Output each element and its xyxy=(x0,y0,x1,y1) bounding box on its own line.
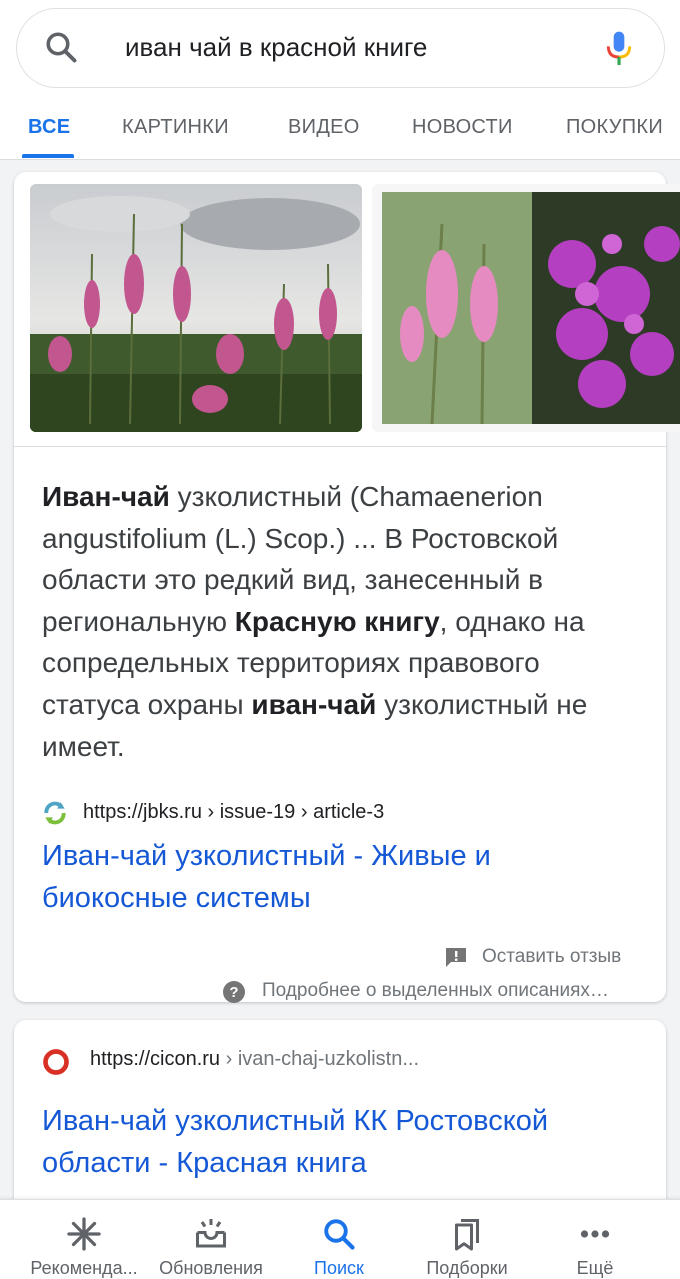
nav-more-label: Ещё xyxy=(576,1258,614,1278)
microphone-icon[interactable] xyxy=(603,29,635,69)
tab-video[interactable]: ВИДЕО xyxy=(288,116,360,139)
nav-search-label: Поиск xyxy=(314,1258,364,1278)
fireweed-field-photo xyxy=(30,184,362,432)
result-title-link[interactable]: Иван-чай узколистный - Живые и биокосные… xyxy=(42,836,642,919)
source-row[interactable]: https://jbks.ru › issue-19 › article-3 xyxy=(42,798,642,828)
search-result-card: https://cicon.ru › ivan-chaj-uzkolistn..… xyxy=(14,1020,666,1220)
featured-snippet-text: Иван-чай узколистный (Chamaenerion angus… xyxy=(42,476,642,767)
snippet-bold-ivan-chai: Иван-чай xyxy=(42,481,170,512)
fireweed-field-image[interactable] xyxy=(30,184,362,432)
about-snippets-label[interactable]: Подробнее о выделенных описаниях… xyxy=(262,980,609,1002)
card-divider xyxy=(14,446,666,447)
help-icon: ? xyxy=(223,981,245,1003)
snippet-bold-red-book: Красную книгу xyxy=(234,605,440,637)
feedback-label[interactable]: Оставить отзыв xyxy=(482,946,621,968)
nav-updates[interactable]: Обновления xyxy=(143,1200,279,1279)
search-box[interactable]: иван чай в красной книге xyxy=(16,8,665,88)
nav-search[interactable]: Поиск xyxy=(271,1200,407,1279)
nav-discover-label: Рекоменда... xyxy=(30,1258,138,1278)
updates-tray-icon xyxy=(196,1219,226,1248)
bottom-navigation: Рекоменда... Обновления Поиск Подборки Е… xyxy=(0,1199,680,1279)
search-icon[interactable] xyxy=(43,29,79,65)
fireweed-closeup-photo xyxy=(372,184,680,432)
tab-news[interactable]: НОВОСТИ xyxy=(412,116,513,139)
feedback-icon xyxy=(446,948,466,967)
result-title-link[interactable]: Иван-чай узколистный КК Ростовской облас… xyxy=(42,1100,642,1184)
result-url-domain: https://cicon.ru xyxy=(90,1048,221,1070)
search-query[interactable]: иван чай в красной книге xyxy=(125,32,427,63)
more-dots-icon xyxy=(580,1230,610,1238)
site-favicon-icon xyxy=(44,801,66,825)
fireweed-closeup-image[interactable] xyxy=(372,184,680,432)
tab-all[interactable]: ВСЕ xyxy=(28,116,70,139)
nav-collections-label: Подборки xyxy=(426,1258,508,1278)
feedback-link[interactable]: Оставить отзыв xyxy=(444,944,638,974)
result-url-path: › ivan-chaj-uzkolistn... xyxy=(220,1048,420,1070)
snippet-bold-ivan-chai: иван-чай xyxy=(251,688,377,720)
site-favicon-icon xyxy=(43,1049,69,1075)
source-url[interactable]: https://jbks.ru › issue-19 › article-3 xyxy=(83,801,384,824)
search-icon xyxy=(324,1219,355,1250)
search-tabs: ВСЕ КАРТИНКИ ВИДЕО НОВОСТИ ПОКУПКИ xyxy=(0,100,680,160)
nav-collections[interactable]: Подборки xyxy=(399,1200,535,1279)
active-tab-indicator xyxy=(22,154,74,158)
tab-images[interactable]: КАРТИНКИ xyxy=(122,116,229,139)
result-url[interactable]: https://cicon.ru › ivan-chaj-uzkolistn..… xyxy=(90,1048,419,1071)
about-snippets-link[interactable]: ? Подробнее о выделенных описаниях… xyxy=(222,978,652,1008)
tab-shopping[interactable]: ПОКУПКИ xyxy=(566,116,663,139)
asterisk-icon xyxy=(67,1217,101,1251)
nav-discover[interactable]: Рекоменда... xyxy=(16,1200,152,1279)
collections-icon xyxy=(455,1219,479,1251)
featured-snippet-card: Иван-чай узколистный (Chamaenerion angus… xyxy=(14,172,680,1003)
nav-more[interactable]: Ещё xyxy=(527,1200,663,1279)
search-header: иван чай в красной книге ВСЕ КАРТИНКИ ВИ… xyxy=(0,0,680,160)
nav-updates-label: Обновления xyxy=(159,1258,263,1278)
svg-text:?: ? xyxy=(229,984,238,1001)
